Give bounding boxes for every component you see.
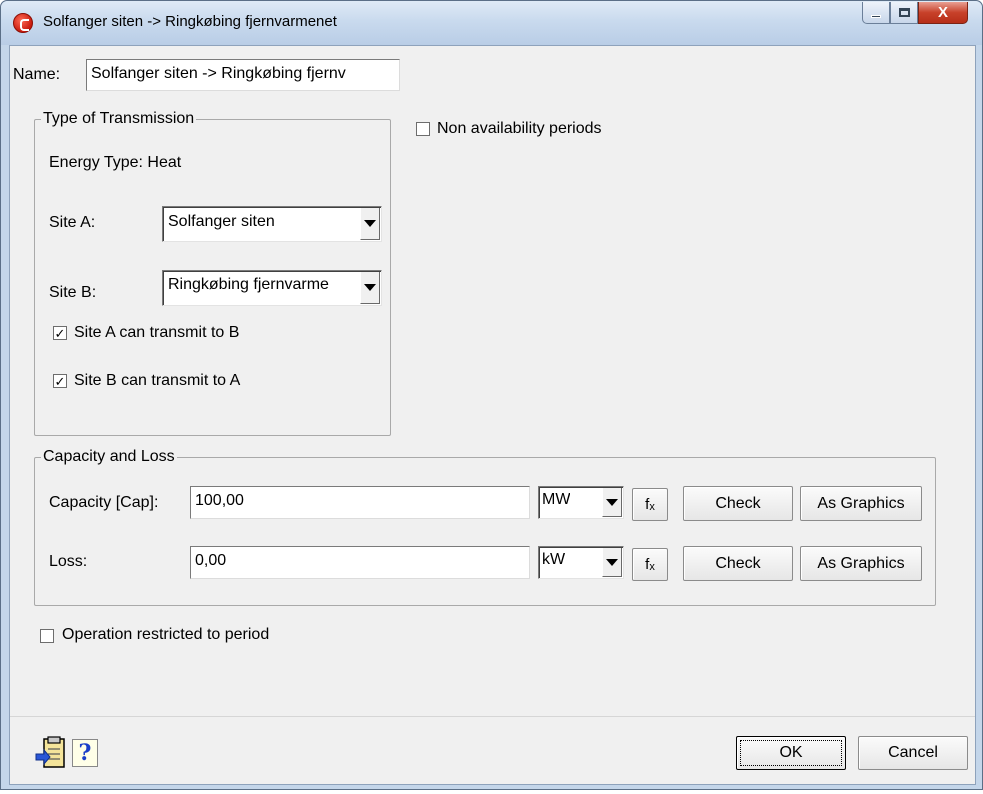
minimize-button[interactable]	[862, 2, 890, 24]
site-b-label: Site B:	[49, 284, 97, 301]
ok-button[interactable]: OK	[736, 736, 846, 770]
close-icon: X	[937, 4, 948, 21]
loss-unit-value: kW	[542, 551, 566, 568]
title-bar[interactable]: Solfanger siten -> Ringkøbing fjernvarme…	[1, 1, 982, 45]
footer-divider	[10, 716, 975, 717]
site-b-dropdown-button[interactable]	[360, 272, 380, 304]
clipboard-paste-icon[interactable]	[35, 736, 67, 770]
site-a-dropdown-button[interactable]	[360, 208, 380, 240]
maximize-icon	[898, 8, 910, 17]
capacity-label: Capacity [Cap]:	[49, 494, 159, 511]
maximize-button[interactable]	[890, 2, 918, 24]
a-to-b-checkbox[interactable]: ✓	[53, 326, 67, 340]
transmission-legend: Type of Transmission	[43, 110, 195, 127]
loss-label: Loss:	[49, 553, 88, 570]
capacity-unit-select[interactable]: MW	[538, 486, 624, 519]
loss-unit-dropdown-button[interactable]	[602, 548, 622, 577]
site-b-value: Ringkøbing fjernvarme	[168, 276, 329, 293]
capacity-unit-value: MW	[542, 491, 571, 508]
b-to-a-checkbox[interactable]: ✓	[53, 374, 67, 388]
capacity-loss-legend: Capacity and Loss	[43, 448, 175, 465]
chevron-down-icon	[606, 558, 618, 566]
operation-restricted-checkbox[interactable]	[40, 629, 54, 643]
loss-check-button[interactable]: Check	[683, 546, 793, 581]
loss-fx-button[interactable]: fx	[632, 548, 668, 581]
function-icon: fx	[645, 496, 655, 513]
chevron-down-icon	[364, 220, 376, 227]
site-a-value: Solfanger siten	[168, 213, 275, 230]
site-b-select[interactable]: Ringkøbing fjernvarme	[162, 270, 382, 306]
energy-type-text: Energy Type: Heat	[49, 154, 182, 171]
b-to-a-label[interactable]: Site B can transmit to A	[74, 372, 240, 390]
capacity-check-button[interactable]: Check	[683, 486, 793, 521]
a-to-b-label[interactable]: Site A can transmit to B	[74, 324, 239, 342]
non-availability-label[interactable]: Non availability periods	[437, 120, 602, 138]
capacity-loss-group: Capacity and Loss	[34, 448, 936, 606]
dialog-window: Solfanger siten -> Ringkøbing fjernvarme…	[0, 0, 983, 790]
name-input[interactable]: Solfanger siten -> Ringkøbing fjernv	[86, 59, 400, 91]
capacity-input[interactable]: 100,00	[190, 486, 530, 519]
chevron-down-icon	[364, 284, 376, 291]
capacity-unit-dropdown-button[interactable]	[602, 488, 622, 517]
site-a-label: Site A:	[49, 214, 96, 231]
chevron-down-icon	[606, 498, 618, 506]
ok-focus-ring: OK	[740, 740, 842, 766]
operation-restricted-label[interactable]: Operation restricted to period	[62, 626, 269, 644]
app-icon	[13, 13, 33, 33]
help-icon[interactable]: ?	[72, 739, 98, 767]
checkmark-icon: ✓	[54, 373, 66, 389]
name-label: Name:	[13, 66, 61, 83]
window-title: Solfanger siten -> Ringkøbing fjernvarme…	[43, 13, 337, 30]
capacity-fx-button[interactable]: fx	[632, 488, 668, 521]
close-button[interactable]: X	[918, 2, 968, 24]
checkmark-icon: ✓	[54, 325, 66, 341]
loss-input[interactable]: 0,00	[190, 546, 530, 579]
site-a-select[interactable]: Solfanger siten	[162, 206, 382, 242]
cancel-button[interactable]: Cancel	[858, 736, 968, 770]
loss-graphics-button[interactable]: As Graphics	[800, 546, 922, 581]
caption-buttons: X	[862, 2, 968, 24]
function-icon: fx	[645, 556, 655, 573]
minimize-icon	[871, 15, 881, 18]
dialog-client-area: Name: Solfanger siten -> Ringkøbing fjer…	[9, 45, 976, 785]
capacity-graphics-button[interactable]: As Graphics	[800, 486, 922, 521]
non-availability-checkbox[interactable]	[416, 122, 430, 136]
loss-unit-select[interactable]: kW	[538, 546, 624, 579]
